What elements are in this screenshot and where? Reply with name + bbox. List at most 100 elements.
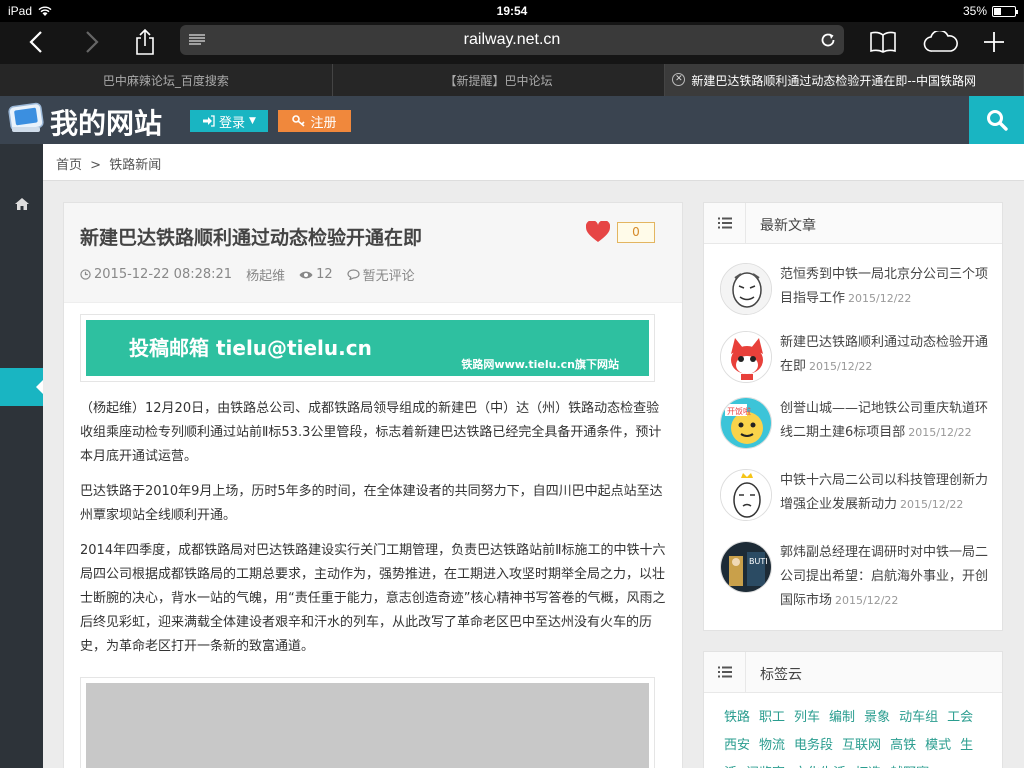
- address-bar[interactable]: railway.net.cn: [180, 25, 844, 55]
- article-paragraph: （杨起维）12月20日，由铁路总公司、成都铁路局领导组成的新建巴（中）达（州）铁…: [80, 401, 662, 464]
- article-paragraph: 2014年四季度，成都铁路局对巴达铁路建设实行关门工期管理，负责巴达铁路站前Ⅱ标…: [80, 543, 666, 654]
- post-date: 2015/12/22: [900, 498, 964, 511]
- caret-down-icon: ▼: [249, 116, 256, 126]
- svg-text:开饭啦: 开饭啦: [727, 406, 751, 416]
- clock: 19:54: [496, 4, 528, 18]
- panel-header: 最新文章: [704, 203, 1002, 244]
- tab-label: 新建巴达铁路顺利通过动态检验开通在即--中国铁路网: [691, 73, 977, 88]
- article-body: （杨起维）12月20日，由铁路总公司、成都铁路局领导组成的新建巴（中）达（州）铁…: [80, 397, 670, 670]
- panel-title: 标签云: [760, 667, 802, 683]
- comments-text: 暂无评论: [362, 269, 415, 284]
- search-button[interactable]: [969, 96, 1024, 144]
- article-paragraph: 巴达铁路于2010年9月上场，历时5年多的时间，在全体建设者的共同努力下，自四川…: [80, 484, 663, 523]
- article-title: 新建巴达铁路顺利通过动态检验开通在即: [80, 227, 423, 249]
- close-tab-icon[interactable]: ✕: [672, 73, 686, 86]
- post-date: 2015/12/22: [835, 594, 899, 607]
- sign-in-icon: [203, 115, 215, 127]
- icloud-tabs-button[interactable]: [922, 26, 960, 58]
- banner-main-text: 投稿邮箱 tielu@tielu.cn: [129, 336, 372, 360]
- site-header: 我的网站 登录 ▼ 注册: [0, 96, 1024, 144]
- login-button[interactable]: 登录 ▼: [190, 110, 268, 132]
- panel-header: 标签云: [704, 652, 1002, 693]
- site-title[interactable]: 我的网站: [50, 102, 162, 142]
- tag-link[interactable]: 编制: [829, 710, 855, 725]
- register-label: 注册: [310, 115, 337, 131]
- search-icon: [986, 110, 1008, 131]
- image-loading-placeholder: [86, 683, 649, 768]
- post-thumbnail[interactable]: BUTI: [720, 541, 772, 593]
- article-views: 12: [299, 267, 333, 282]
- article-author[interactable]: 杨起维: [246, 265, 285, 284]
- tab-bazhong-forum[interactable]: 【新提醒】巴中论坛: [332, 64, 666, 96]
- chevron-right-icon: [86, 31, 99, 53]
- tag-link[interactable]: 铁路: [724, 710, 750, 725]
- tag-link[interactable]: 西安: [724, 738, 750, 753]
- post-thumbnail[interactable]: [720, 331, 772, 383]
- eye-icon: [299, 271, 313, 278]
- register-button[interactable]: 注册: [278, 110, 351, 132]
- views-count: 12: [316, 267, 333, 282]
- tag-cloud-panel: 标签云 铁路职工列车编制景象动车组工会西安物流电务段互联网高铁模式生活阅览室文化…: [703, 651, 1003, 768]
- reload-icon[interactable]: [820, 32, 836, 48]
- sidebar-item-home[interactable]: [0, 189, 43, 219]
- url-text: railway.net.cn: [463, 31, 561, 48]
- submission-banner[interactable]: 投稿邮箱 tielu@tielu.cn 铁路网www.tielu.cn旗下网站: [80, 314, 655, 382]
- forward-button[interactable]: [78, 26, 106, 58]
- post-date: 2015/12/22: [908, 426, 972, 439]
- book-icon: [870, 31, 896, 53]
- battery-percent: 35%: [962, 4, 987, 18]
- tag-link[interactable]: 互联网: [842, 738, 881, 753]
- breadcrumb: 首页 > 铁路新闻: [43, 144, 1024, 181]
- status-bar: iPad 19:54 35%: [0, 0, 1024, 22]
- article-header: 新建巴达铁路顺利通过动态检验开通在即 0 2015-12-22 08:28:21…: [64, 203, 682, 303]
- chevron-left-icon: [29, 31, 42, 53]
- post-thumbnail[interactable]: 开饭啦: [720, 397, 772, 449]
- article-date: 2015-12-22 08:28:21: [80, 267, 232, 282]
- tag-list: 铁路职工列车编制景象动车组工会西安物流电务段互联网高铁模式生活阅览室文化生活打造…: [724, 704, 984, 768]
- banner-image: 投稿邮箱 tielu@tielu.cn 铁路网www.tielu.cn旗下网站: [86, 320, 649, 376]
- post-date: 2015/12/22: [848, 292, 912, 305]
- tab-label: 巴中麻辣论坛_百度搜索: [102, 73, 229, 88]
- tag-link[interactable]: 列车: [794, 710, 820, 725]
- home-icon: [14, 198, 29, 210]
- sidebar-item-active[interactable]: [0, 368, 43, 406]
- date-text: 2015-12-22 08:28:21: [94, 267, 233, 282]
- tag-link[interactable]: 物流: [759, 738, 785, 753]
- tag-link[interactable]: 工会: [947, 710, 973, 725]
- article-image: [80, 677, 655, 768]
- article-comments[interactable]: 暂无评论: [347, 265, 415, 284]
- back-button[interactable]: [22, 26, 50, 58]
- battery-icon: [992, 5, 1018, 17]
- tag-link[interactable]: 职工: [759, 710, 785, 725]
- article-card: 新建巴达铁路顺利通过动态检验开通在即 0 2015-12-22 08:28:21…: [63, 202, 683, 768]
- left-sidebar: [0, 144, 43, 768]
- tag-link[interactable]: 电务段: [794, 738, 833, 753]
- banner-sub-text: 铁路网www.tielu.cn旗下网站: [461, 358, 619, 371]
- tag-link[interactable]: 模式: [925, 738, 951, 753]
- share-button[interactable]: [130, 26, 160, 58]
- share-icon: [136, 28, 154, 55]
- list-icon: [704, 203, 746, 243]
- browser-toolbar: railway.net.cn: [0, 22, 1024, 64]
- breadcrumb-current[interactable]: 铁路新闻: [109, 158, 161, 173]
- bookmarks-button[interactable]: [868, 26, 898, 58]
- tab-label: 【新提醒】巴中论坛: [444, 73, 553, 88]
- clock-icon: [80, 269, 91, 280]
- tag-link[interactable]: 景象: [864, 710, 890, 725]
- new-tab-button[interactable]: [980, 26, 1008, 58]
- tab-railway-article[interactable]: ✕ 新建巴达铁路顺利通过动态检验开通在即--中国铁路网: [665, 64, 1024, 96]
- plus-icon: [984, 32, 1004, 52]
- computer-logo-icon[interactable]: [8, 102, 44, 134]
- heart-icon[interactable]: [586, 221, 610, 243]
- post-thumbnail[interactable]: [720, 263, 772, 315]
- tab-baidu-search[interactable]: 巴中麻辣论坛_百度搜索: [0, 64, 333, 96]
- tag-link[interactable]: 动车组: [899, 710, 938, 725]
- post-thumbnail[interactable]: [720, 469, 772, 521]
- key-icon: [292, 115, 306, 127]
- login-label: 登录: [219, 115, 246, 131]
- comment-icon: [347, 269, 360, 280]
- cloud-icon: [923, 31, 958, 52]
- breadcrumb-home[interactable]: 首页: [56, 158, 82, 173]
- post-date: 2015/12/22: [809, 360, 873, 373]
- tag-link[interactable]: 高铁: [890, 738, 916, 753]
